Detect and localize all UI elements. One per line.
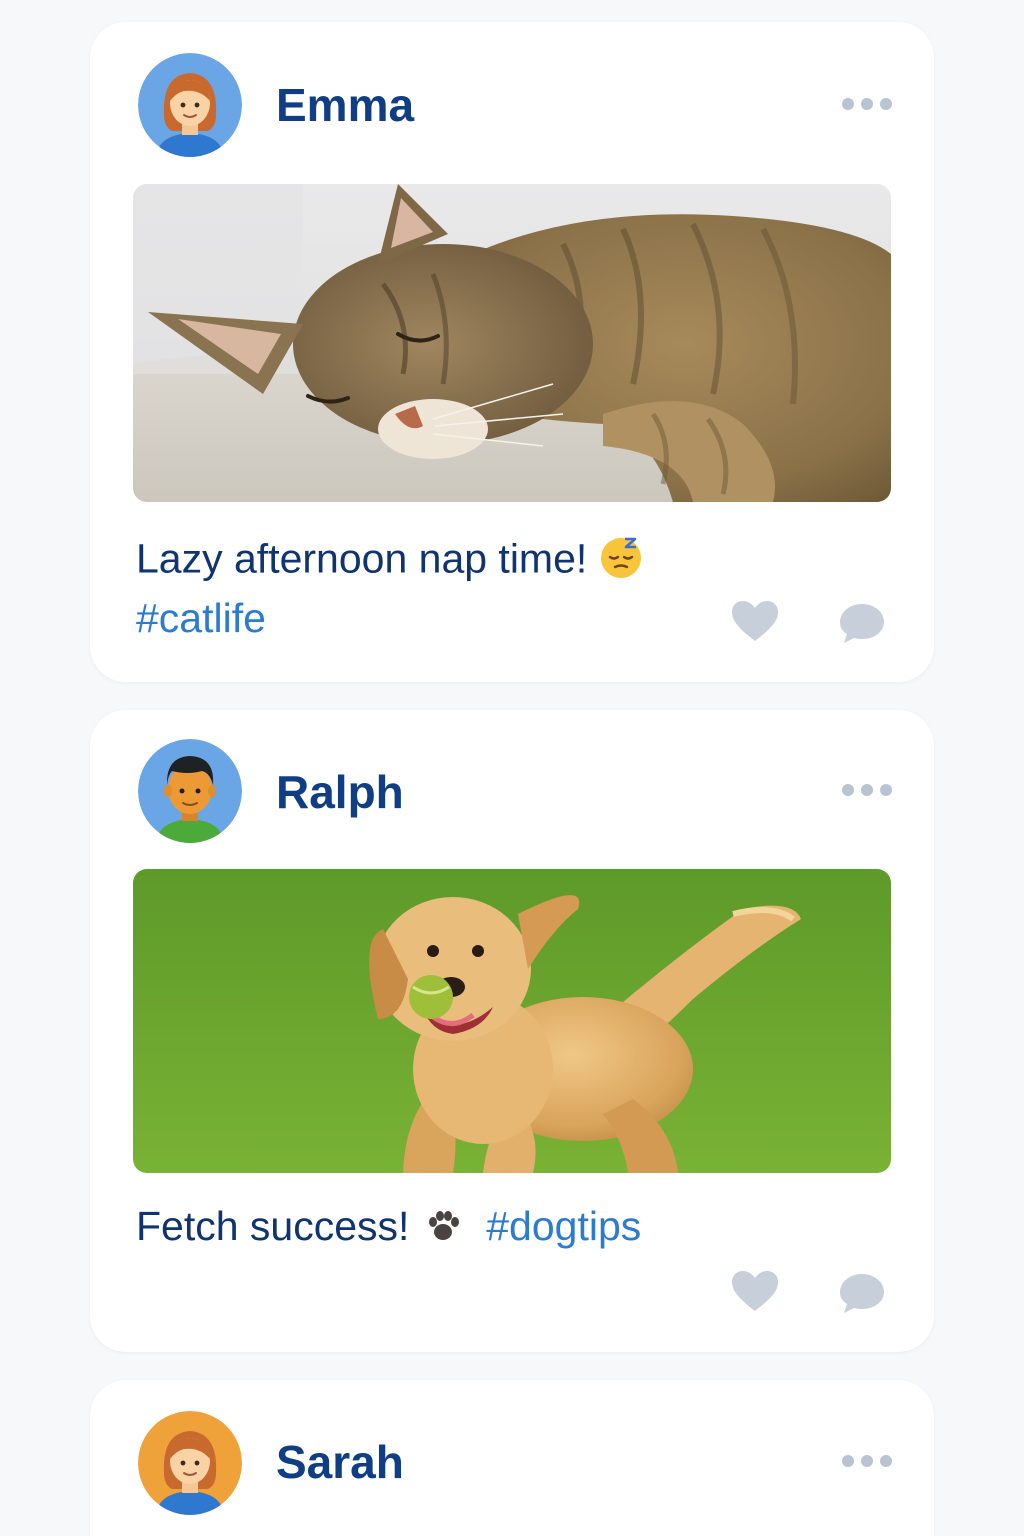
ellipsis-dot [880,1455,892,1467]
username[interactable]: Ralph [276,769,404,815]
paw-prints-emoji [425,1208,461,1251]
heart-icon [732,601,778,641]
more-options-button[interactable] [842,1451,892,1471]
comment-button[interactable] [838,602,886,644]
speech-bubble-icon [840,604,884,643]
more-options-button[interactable] [842,94,892,114]
post-hashtag[interactable]: #catlife [136,598,266,639]
sleeping-face-emoji [599,536,643,587]
post-photo[interactable] [133,184,891,502]
post-card: Emma Lazy afternoon nap time! #catlife [90,22,934,682]
post-hashtag[interactable]: #dogtips [486,1203,641,1249]
caption-text: Fetch success! [136,1203,410,1249]
ellipsis-dot [861,1455,873,1467]
post-caption: Fetch success! #dogtips [136,1206,641,1251]
like-button[interactable] [731,1270,779,1312]
comment-button[interactable] [838,1272,886,1314]
avatar[interactable] [138,53,242,157]
username[interactable]: Emma [276,82,414,128]
post-caption: Lazy afternoon nap time! [136,536,643,587]
username[interactable]: Sarah [276,1439,404,1485]
more-options-button[interactable] [842,780,892,800]
ellipsis-icon [842,1455,854,1467]
post-card: Sarah [90,1380,934,1536]
ellipsis-dot [880,98,892,110]
post-feed: Emma Lazy afternoon nap time! #catlife R… [0,0,1024,1536]
post-card: Ralph Fetch success! #dogtips [90,710,934,1352]
avatar[interactable] [138,1411,242,1515]
caption-text: Lazy afternoon nap time! [136,535,588,582]
ellipsis-dot [861,784,873,796]
man-avatar-icon [138,739,242,843]
ellipsis-dot [861,98,873,110]
avatar[interactable] [138,739,242,843]
woman-avatar-icon [138,1411,242,1515]
ellipsis-icon [842,784,854,796]
ellipsis-icon [842,98,854,110]
woman-avatar-icon [138,53,242,157]
post-photo[interactable] [133,869,891,1173]
sleeping-tabby-cat-photo [133,184,891,502]
heart-icon [732,1271,778,1311]
golden-retriever-with-ball-photo [133,869,891,1173]
ellipsis-dot [880,784,892,796]
like-button[interactable] [731,600,779,642]
speech-bubble-icon [840,1274,884,1313]
